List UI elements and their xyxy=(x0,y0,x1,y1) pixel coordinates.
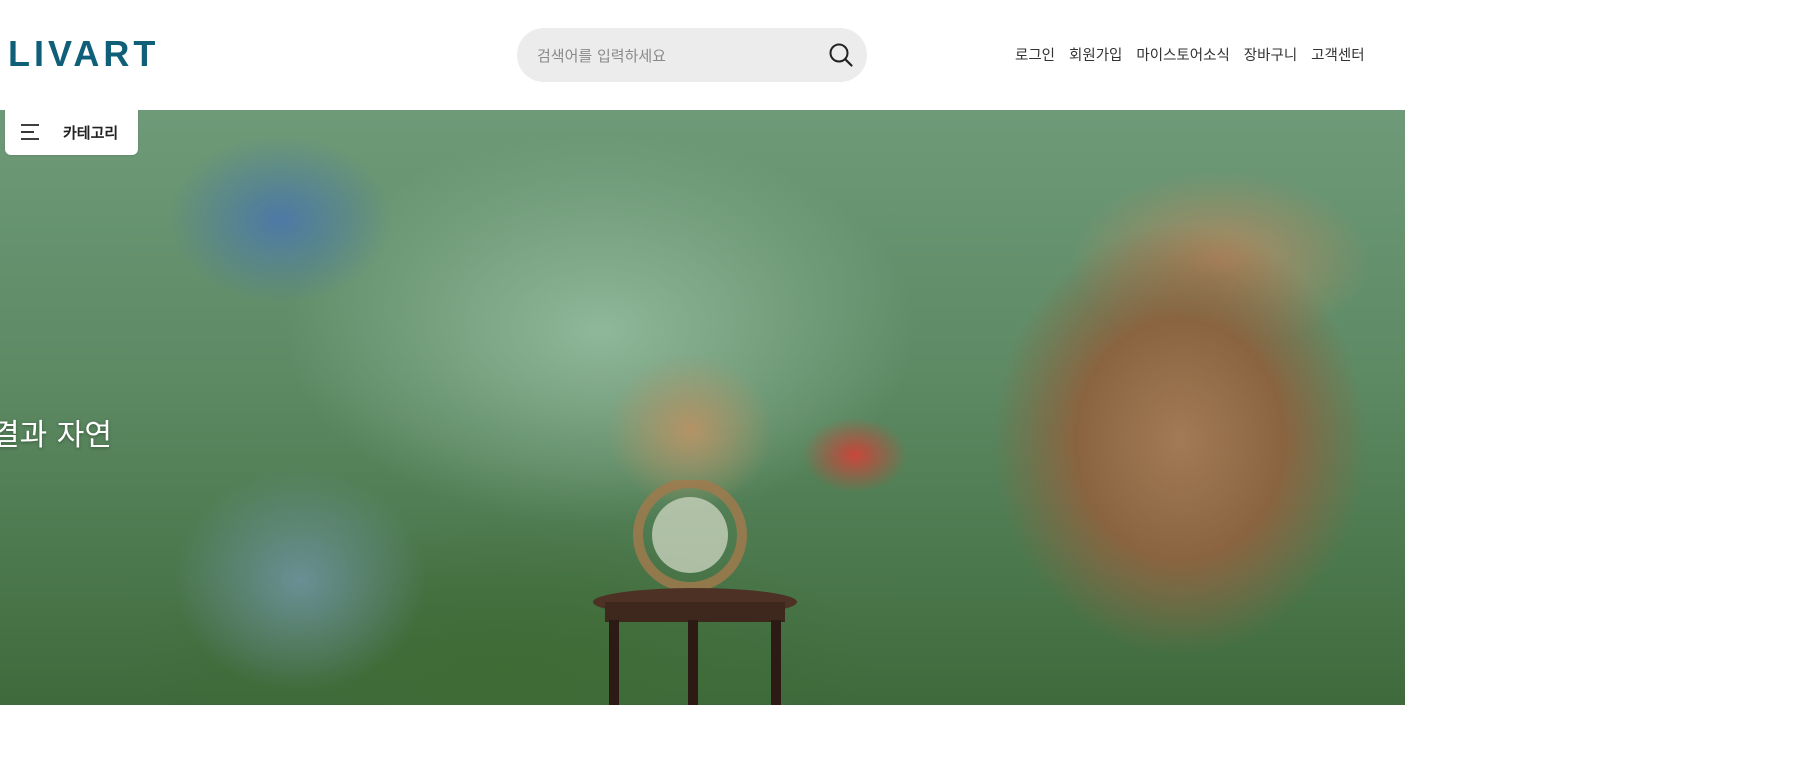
category-button[interactable]: 카테고리 xyxy=(5,109,138,155)
cart-link[interactable]: 장바구니 xyxy=(1244,44,1297,65)
livart-logo[interactable]: LIVART xyxy=(8,36,159,72)
mystore-news-link[interactable]: 마이스토어소식 xyxy=(1136,44,1229,65)
customer-center-link[interactable]: 고객센터 xyxy=(1311,44,1364,65)
search-icon[interactable] xyxy=(825,39,857,71)
page: LIVART 로그인 회원가입 마이스토어소식 장바구니 고객센터 xyxy=(0,0,1818,783)
hero-table-illustration xyxy=(593,480,797,705)
header: LIVART 로그인 회원가입 마이스토어소식 장바구니 고객센터 xyxy=(0,0,1405,110)
signup-link[interactable]: 회원가입 xyxy=(1069,44,1122,65)
login-link[interactable]: 로그인 xyxy=(1015,44,1055,65)
search-input[interactable] xyxy=(535,28,809,84)
search-bar xyxy=(517,28,867,84)
hero-caption: 결과 자연 xyxy=(0,418,112,453)
category-button-label: 카테고리 xyxy=(63,124,119,142)
menu-icon xyxy=(21,124,39,140)
hero-banner[interactable]: 결과 자연 xyxy=(0,110,1405,705)
utility-nav: 로그인 회원가입 마이스토어소식 장바구니 고객센터 xyxy=(1015,44,1365,65)
